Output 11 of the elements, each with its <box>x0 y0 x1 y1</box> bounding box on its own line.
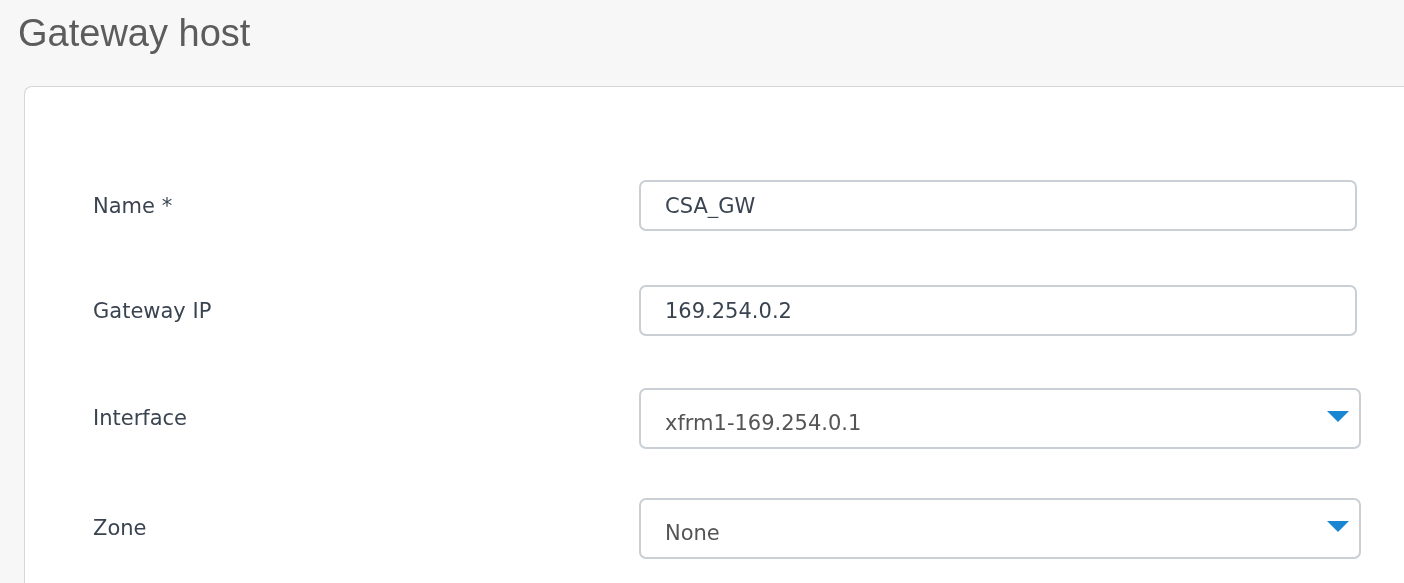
dropdown-field[interactable]: xfrm1-169.254.0.1 <box>639 387 1361 449</box>
field-label: Interface <box>93 406 189 430</box>
caret-icon <box>1327 520 1349 533</box>
field-label: Gateway IP <box>93 298 213 323</box>
input-field[interactable]: CSA_GW <box>639 180 1357 231</box>
page-title: Gateway host <box>18 12 252 56</box>
caret-icon <box>1327 410 1349 423</box>
field-label: Zone <box>93 516 148 540</box>
dropdown-field[interactable]: None <box>639 497 1361 559</box>
field-label: Name * <box>93 193 174 218</box>
input-field[interactable]: 169.254.0.2 <box>639 285 1357 336</box>
